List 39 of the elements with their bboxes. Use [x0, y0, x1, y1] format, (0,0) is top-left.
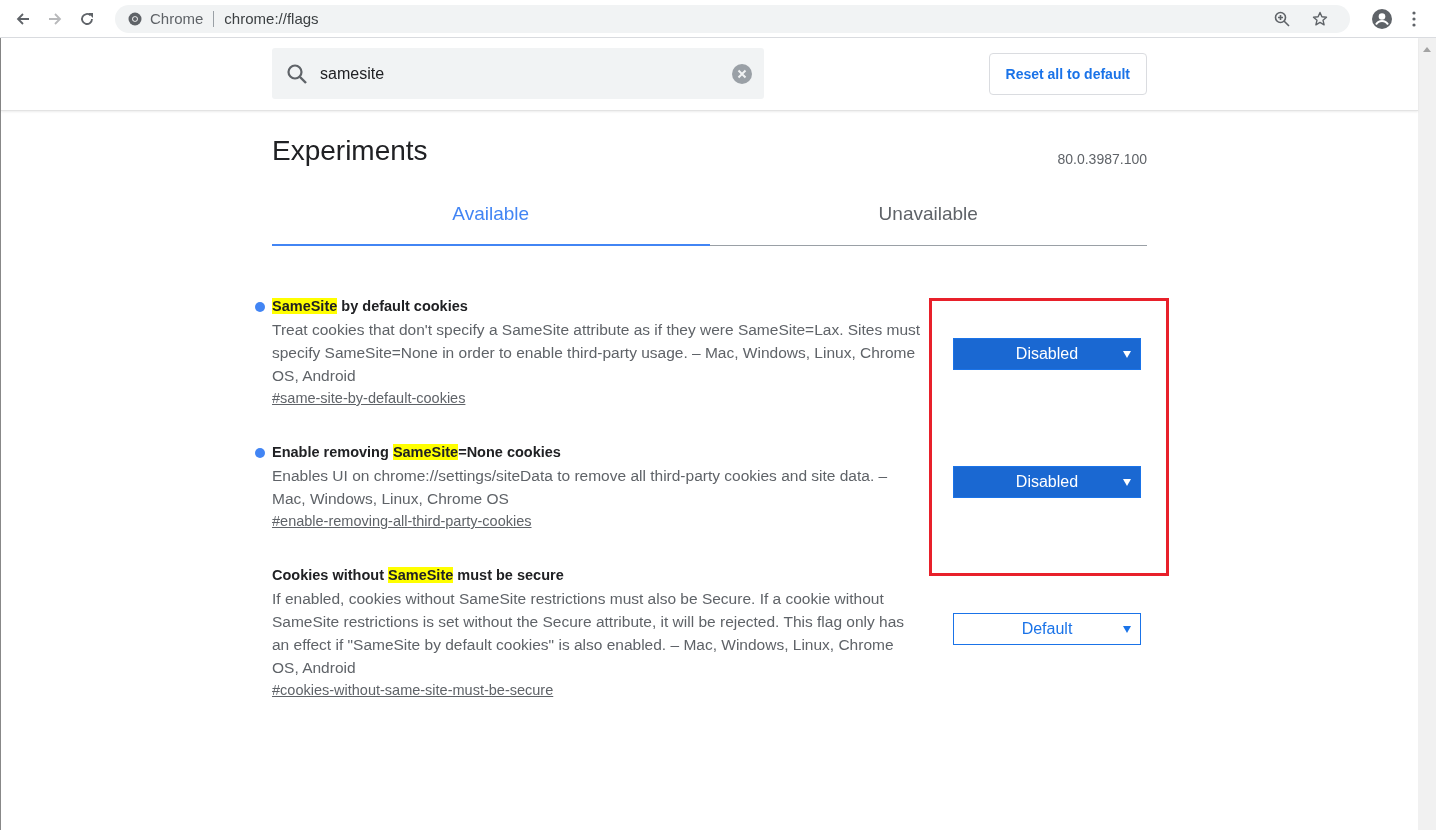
flag-title-part: Enable removing	[272, 444, 390, 460]
chrome-logo-icon	[128, 11, 142, 26]
caret-icon	[1123, 479, 1131, 486]
reload-icon[interactable]	[79, 10, 95, 27]
flag-dropdown[interactable]: Disabled	[953, 466, 1141, 498]
account-icon[interactable]	[1372, 8, 1392, 29]
star-icon[interactable]	[1312, 10, 1328, 27]
search-field[interactable]: samesite	[318, 63, 722, 84]
url-text: chrome://flags	[224, 10, 319, 27]
scrollbar[interactable]	[1418, 38, 1436, 830]
flag-title-part: SameSite	[388, 567, 454, 583]
address-bar[interactable]: Chrome chrome://flags	[115, 4, 1350, 33]
caret-icon	[1123, 351, 1131, 358]
menu-icon[interactable]	[1412, 10, 1416, 27]
flag-description: Treat cookies that don't specify a SameSite attribute as if they were SameSite=Lax. Sites must specify SameSite=None in order to enable third-party usage. – Mac, Windows, Linux, Chrome OS, Android	[272, 320, 922, 386]
flag-link[interactable]: #same-site-by-default-cookies	[272, 390, 466, 406]
search-icon	[286, 62, 308, 85]
reset-button[interactable]: Reset all to default	[988, 52, 1147, 95]
flag-dropdown[interactable]: Disabled	[953, 338, 1141, 370]
flag-dropdown[interactable]: Default	[953, 613, 1141, 645]
version-label: 80.0.3987.100	[1057, 151, 1147, 167]
flag-title-part: SameSite	[272, 298, 338, 314]
flag-title-part: =None cookies	[458, 444, 561, 460]
tab[interactable]: Available	[272, 203, 710, 246]
flag-title-part: Cookies without	[272, 567, 385, 583]
search-box[interactable]: samesite	[272, 48, 764, 99]
flag-title-part: must be secure	[456, 567, 564, 583]
flag-title-part: by default cookies	[340, 298, 468, 314]
caret-icon	[1123, 626, 1131, 633]
zoom-icon[interactable]	[1274, 10, 1290, 27]
flag-link[interactable]: #cookies-without-same-site-must-be-secure	[272, 682, 554, 698]
page-title: Experiments	[272, 135, 428, 167]
flag-title-part: SameSite	[392, 444, 459, 460]
flag-description: Enables UI on chrome://settings/siteData to remove all third-party cookies and site data. – Mac, Windows, Linux, Chrome OS	[272, 466, 889, 509]
flag-link[interactable]: #enable-removing-all-third-party-cookies	[272, 513, 532, 529]
flag-description: If enabled, cookies without SameSite restrictions must also be Secure. If a cookie without SameSite restrictions is set without the Secure attribute, it will be rejected. This flag only has an effect if "SameSite by default cookies" is also enabled. – Mac, Windows, Linux, Chrome OS, Android	[272, 589, 906, 678]
tab[interactable]: Unavailable	[709, 203, 1147, 246]
back-icon[interactable]	[15, 10, 31, 27]
origin-label: Chrome	[150, 10, 204, 27]
